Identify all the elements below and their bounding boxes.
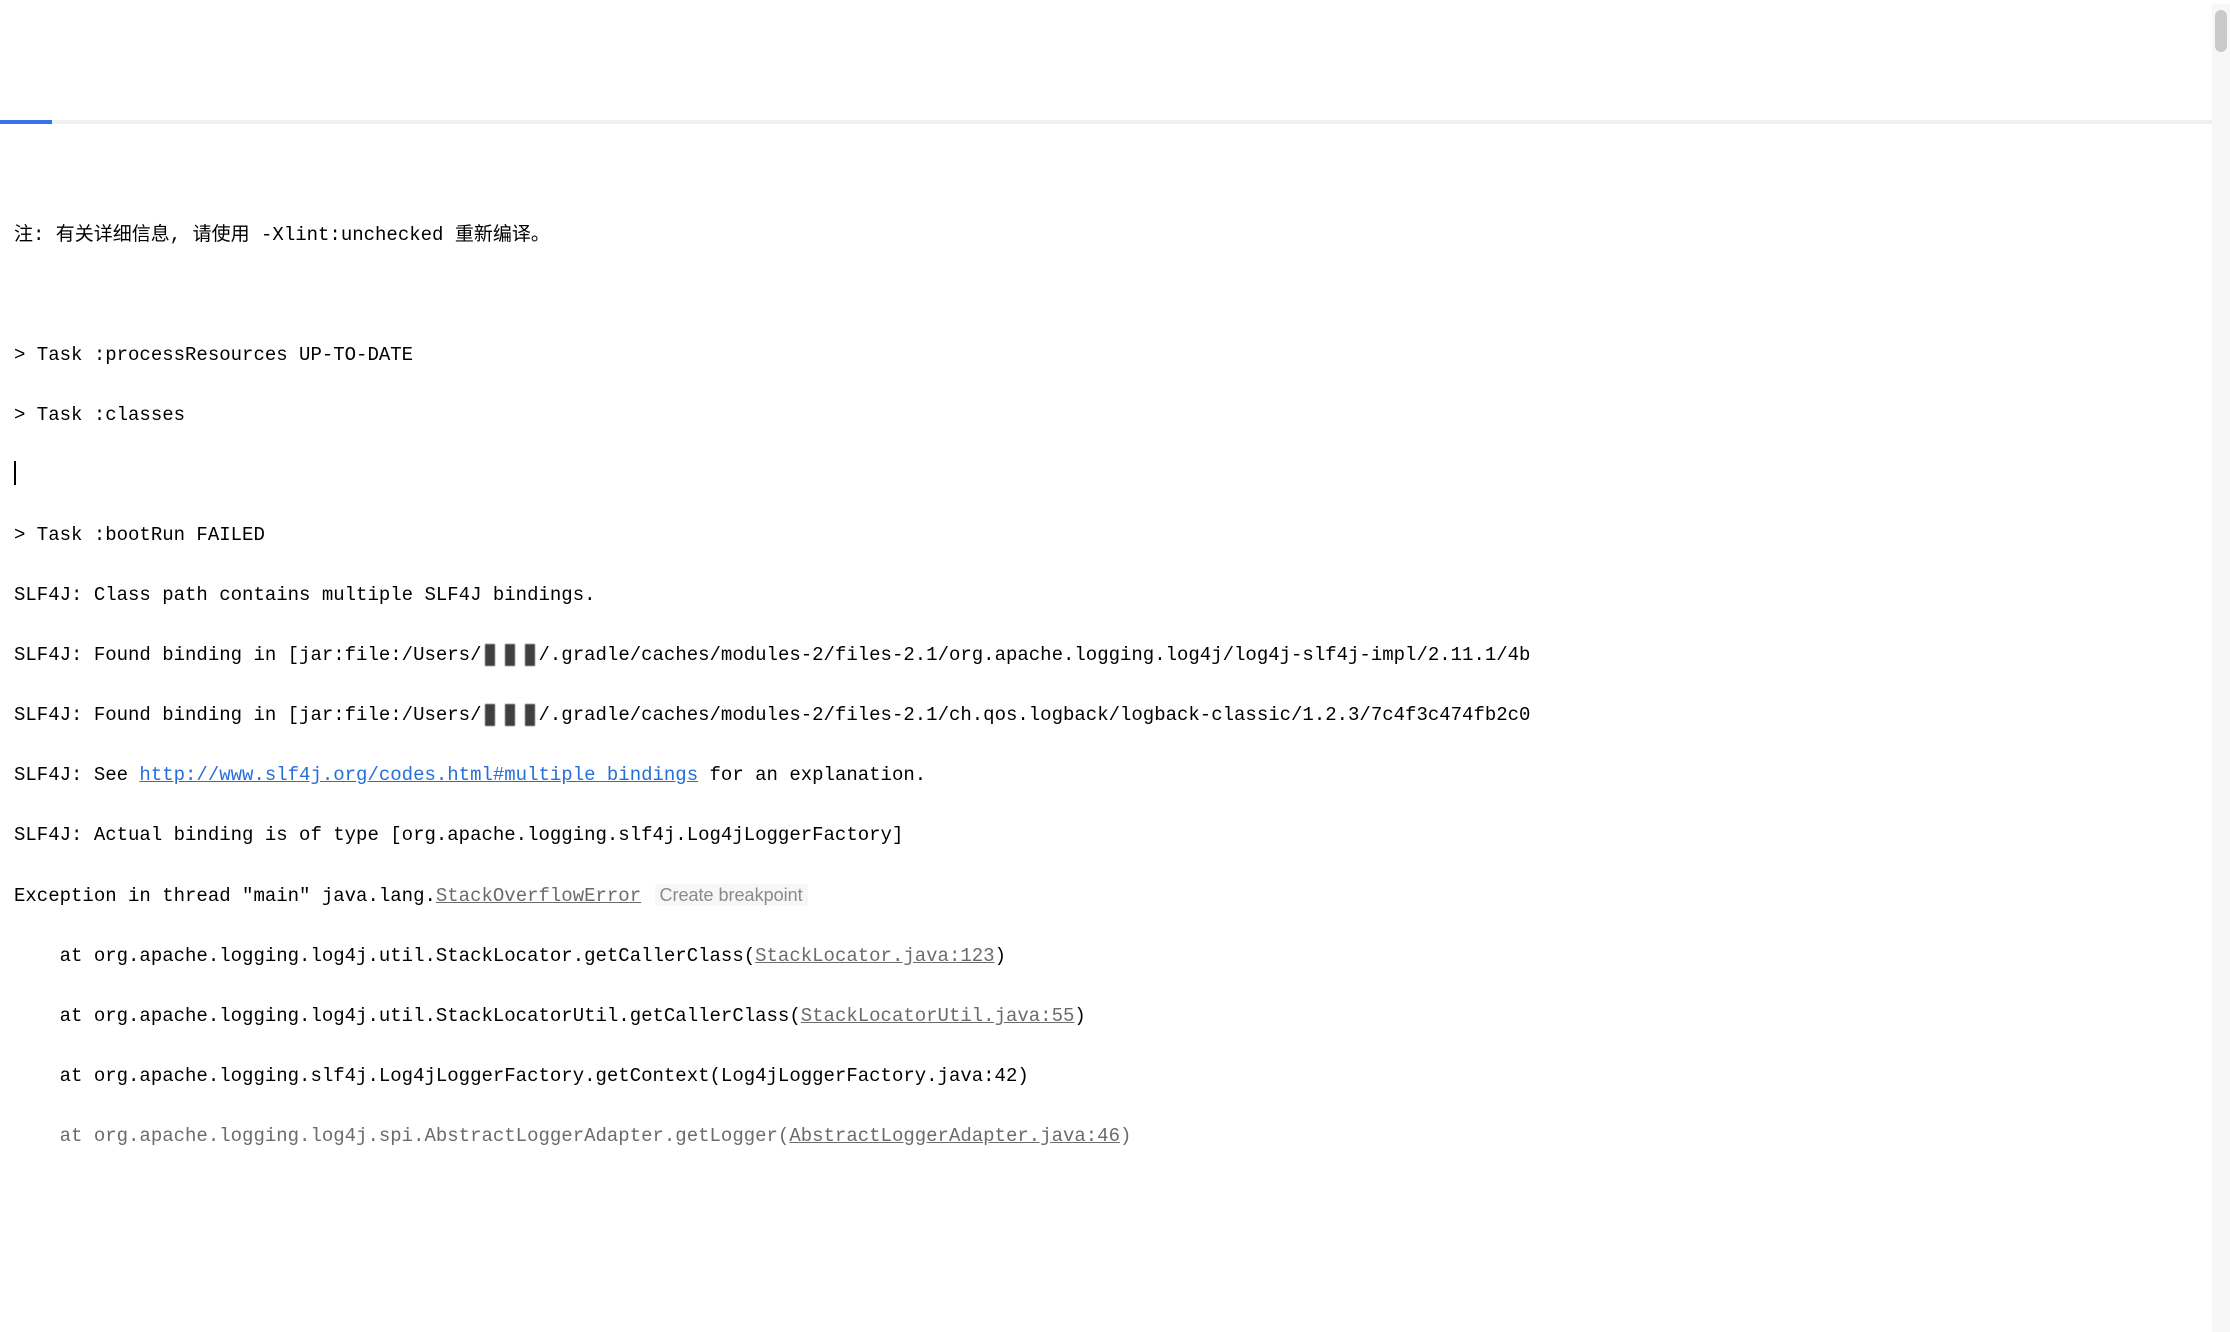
text-segment: ) xyxy=(1120,1125,1131,1147)
stacktrace-line: at org.apache.logging.slf4j.Log4jLoggerF… xyxy=(14,1061,2216,1091)
source-file-link[interactable]: StackLocatorUtil.java:55 xyxy=(801,1005,1075,1027)
text-cursor xyxy=(14,461,16,485)
text-segment: SLF4J: Found binding in [jar:file:/Users… xyxy=(14,704,481,726)
console-line: SLF4J: Actual binding is of type [org.ap… xyxy=(14,820,2216,850)
create-breakpoint-hint[interactable]: Create breakpoint xyxy=(655,884,808,906)
stacktrace-line: at org.apache.logging.log4j.spi.Abstract… xyxy=(14,1121,2216,1151)
console-line: Exception in thread "main" java.lang.Sta… xyxy=(14,880,2216,911)
stacktrace-line: at org.apache.logging.log4j.util.StackLo… xyxy=(14,941,2216,971)
console-line: SLF4J: Found binding in [jar:file:/Users… xyxy=(14,700,2216,730)
source-file-link[interactable]: AbstractLoggerAdapter.java:46 xyxy=(789,1125,1120,1147)
external-link[interactable]: http://www.slf4j.org/codes.html#multiple… xyxy=(139,764,698,786)
console-output[interactable]: 注: 有关详细信息, 请使用 -Xlint:unchecked 重新编译。 > … xyxy=(0,184,2230,1187)
console-line: SLF4J: See http://www.slf4j.org/codes.ht… xyxy=(14,760,2216,790)
text-segment: SLF4J: Found binding in [jar:file:/Users… xyxy=(14,644,481,666)
text-segment: for an explanation. xyxy=(698,764,926,786)
text-segment: at org.apache.logging.log4j.util.StackLo… xyxy=(14,1005,801,1027)
vertical-scrollbar-thumb[interactable] xyxy=(2215,10,2227,52)
console-line: > Task :bootRun FAILED xyxy=(14,520,2216,550)
source-file-link[interactable]: StackLocator.java:123 xyxy=(755,945,994,967)
vertical-scrollbar-track[interactable] xyxy=(2212,4,2230,1332)
text-segment: Exception in thread "main" java.lang. xyxy=(14,885,436,907)
exception-class-link[interactable]: StackOverflowError xyxy=(436,885,641,907)
progress-indicator xyxy=(0,120,52,124)
text-segment: SLF4J: See xyxy=(14,764,139,786)
text-segment: /.gradle/caches/modules-2/files-2.1/ch.q… xyxy=(539,704,1531,726)
text-segment: at org.apache.logging.log4j.spi.Abstract… xyxy=(14,1125,789,1147)
redacted-text: xxxxx xyxy=(481,700,538,730)
console-line: > Task :classes xyxy=(14,400,2216,430)
console-line: > Task :processResources UP-TO-DATE xyxy=(14,340,2216,370)
console-line-cursor xyxy=(14,460,2216,490)
text-segment: ) xyxy=(1074,1005,1085,1027)
text-segment: ) xyxy=(995,945,1006,967)
text-segment: at org.apache.logging.log4j.util.StackLo… xyxy=(14,945,755,967)
console-line xyxy=(14,280,2216,310)
stacktrace-line: at org.apache.logging.log4j.util.StackLo… xyxy=(14,1001,2216,1031)
top-progress-bar xyxy=(0,120,2230,124)
console-line: SLF4J: Class path contains multiple SLF4… xyxy=(14,580,2216,610)
console-line: 注: 有关详细信息, 请使用 -Xlint:unchecked 重新编译。 xyxy=(14,220,2216,250)
text-segment: /.gradle/caches/modules-2/files-2.1/org.… xyxy=(539,644,1531,666)
